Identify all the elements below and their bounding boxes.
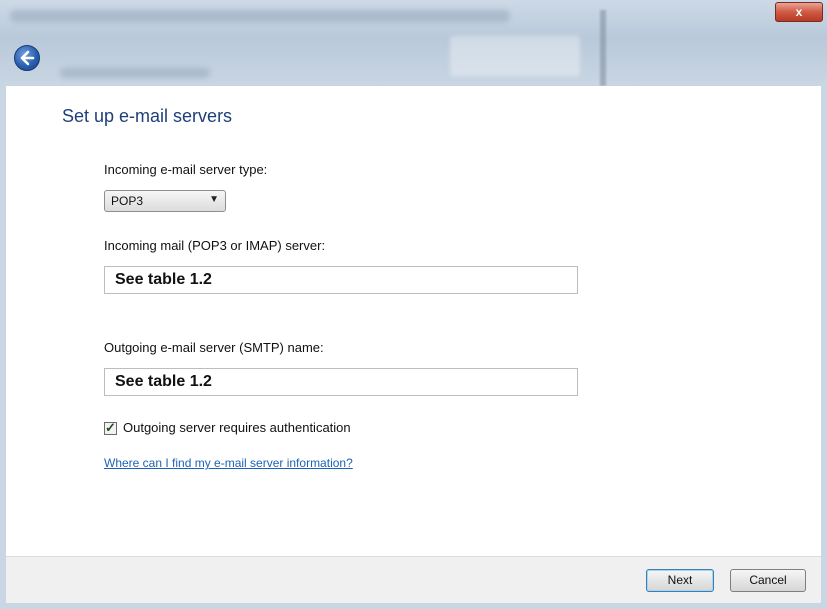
page-title: Set up e-mail servers [62, 106, 233, 126]
window-frame-right [821, 86, 827, 609]
incoming-server-input[interactable]: See table 1.2 [104, 266, 578, 294]
incoming-type-label: Incoming e-mail server type: [104, 162, 268, 177]
blurred-title-text [10, 10, 510, 22]
close-icon: x [795, 5, 803, 19]
blurred-background-button [450, 36, 580, 76]
close-button[interactable]: x [775, 2, 823, 22]
blurred-background-text [60, 68, 210, 78]
back-button[interactable] [14, 45, 40, 71]
window-frame-bottom [0, 603, 827, 609]
button-bar: Next Cancel [6, 556, 821, 604]
content-area: Set up e-mail servers Incoming e-mail se… [6, 86, 821, 556]
cancel-button[interactable]: Cancel [730, 569, 806, 592]
checkmark-icon: ✓ [105, 420, 116, 435]
auth-checkbox[interactable]: ✓ [104, 420, 117, 435]
setup-dialog: x Set up e-mail servers Incoming e-mail … [0, 0, 827, 609]
incoming-server-label: Incoming mail (POP3 or IMAP) server: [104, 238, 326, 253]
incoming-type-value: POP3 [111, 194, 144, 208]
outgoing-server-label: Outgoing e-mail server (SMTP) name: [104, 340, 324, 355]
outgoing-server-input[interactable]: See table 1.2 [104, 368, 578, 396]
chevron-down-icon: ▼ [209, 194, 219, 205]
incoming-type-select[interactable]: POP3 ▼ [104, 190, 226, 212]
server-info-link[interactable]: Where can I find my e-mail server inform… [104, 456, 353, 470]
next-button[interactable]: Next [646, 569, 714, 592]
outgoing-server-value: See table 1.2 [115, 373, 212, 390]
incoming-server-value: See table 1.2 [115, 271, 212, 288]
blurred-window-edge [600, 10, 606, 86]
back-arrow-icon [20, 50, 35, 66]
auth-checkbox-label: Outgoing server requires authentication [123, 420, 351, 435]
title-bar: x [0, 0, 827, 86]
